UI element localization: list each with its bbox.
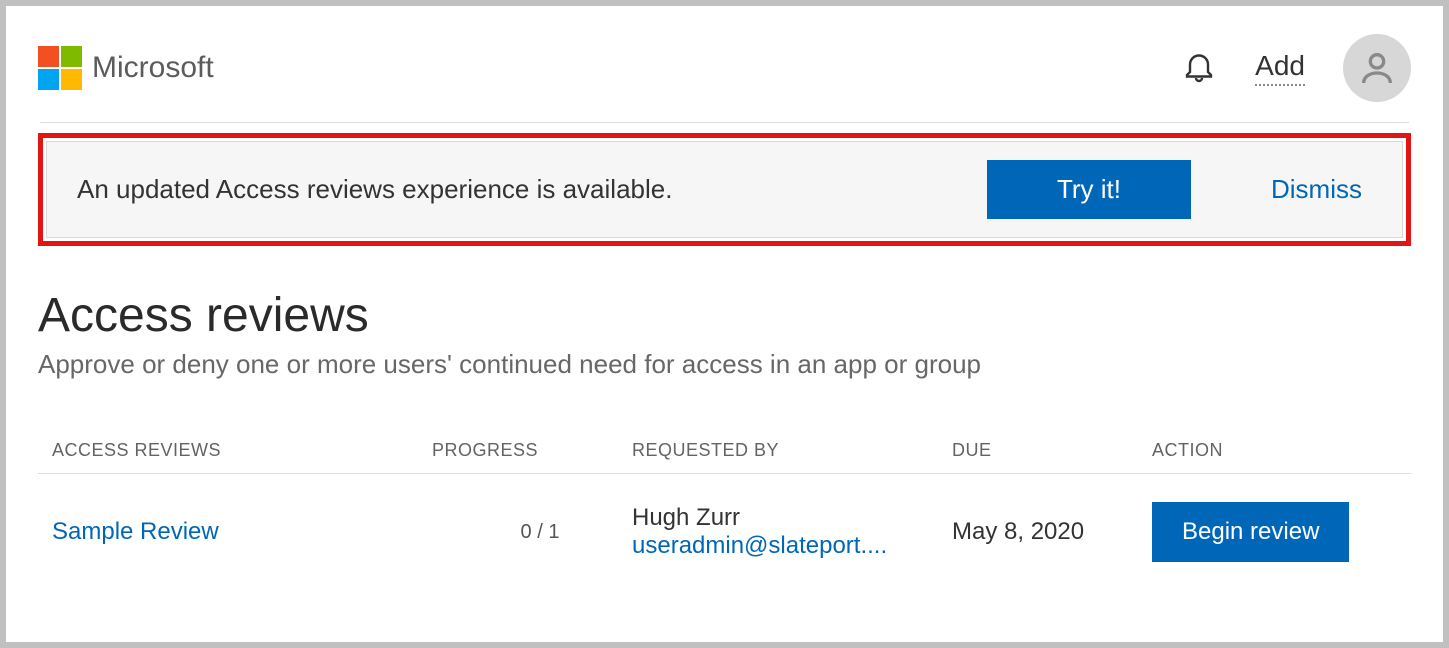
review-name-link[interactable]: Sample Review <box>52 518 219 545</box>
user-avatar[interactable] <box>1343 34 1411 102</box>
requester-email-link[interactable]: useradmin@slateport.... <box>632 532 922 560</box>
table-row: Sample Review 0 / 1 Hugh Zurr useradmin@… <box>38 474 1411 562</box>
page-subtitle: Approve or deny one or more users' conti… <box>38 349 1411 380</box>
header-bar: Microsoft Add <box>38 34 1411 122</box>
banner-message: An updated Access reviews experience is … <box>77 174 672 205</box>
microsoft-logo-icon <box>38 46 82 90</box>
dismiss-button[interactable]: Dismiss <box>1271 174 1362 205</box>
banner-actions: Try it! Dismiss <box>987 160 1362 219</box>
col-header-requested-by: REQUESTED BY <box>632 440 952 461</box>
banner-highlight: An updated Access reviews experience is … <box>38 133 1411 246</box>
col-header-action: ACTION <box>1152 440 1397 461</box>
try-it-button[interactable]: Try it! <box>987 160 1191 219</box>
table-header-row: ACCESS REVIEWS PROGRESS REQUESTED BY DUE… <box>38 440 1411 474</box>
page-header: Access reviews Approve or deny one or mo… <box>38 288 1411 380</box>
requester-name: Hugh Zurr <box>632 504 952 532</box>
brand: Microsoft <box>38 46 214 90</box>
person-icon <box>1357 48 1397 88</box>
col-header-name: ACCESS REVIEWS <box>52 440 432 461</box>
begin-review-button[interactable]: Begin review <box>1152 502 1349 562</box>
notification-bell-icon[interactable] <box>1181 48 1217 89</box>
header-divider <box>40 122 1409 123</box>
col-header-progress: PROGRESS <box>432 440 632 461</box>
progress-value: 0 / 1 <box>432 521 632 544</box>
header-actions: Add <box>1181 34 1411 102</box>
page-title: Access reviews <box>38 288 1411 343</box>
update-banner: An updated Access reviews experience is … <box>46 141 1403 238</box>
due-date: May 8, 2020 <box>952 518 1084 545</box>
access-reviews-table: ACCESS REVIEWS PROGRESS REQUESTED BY DUE… <box>38 440 1411 562</box>
brand-name: Microsoft <box>92 51 214 85</box>
add-link[interactable]: Add <box>1255 50 1305 86</box>
col-header-due: DUE <box>952 440 1152 461</box>
